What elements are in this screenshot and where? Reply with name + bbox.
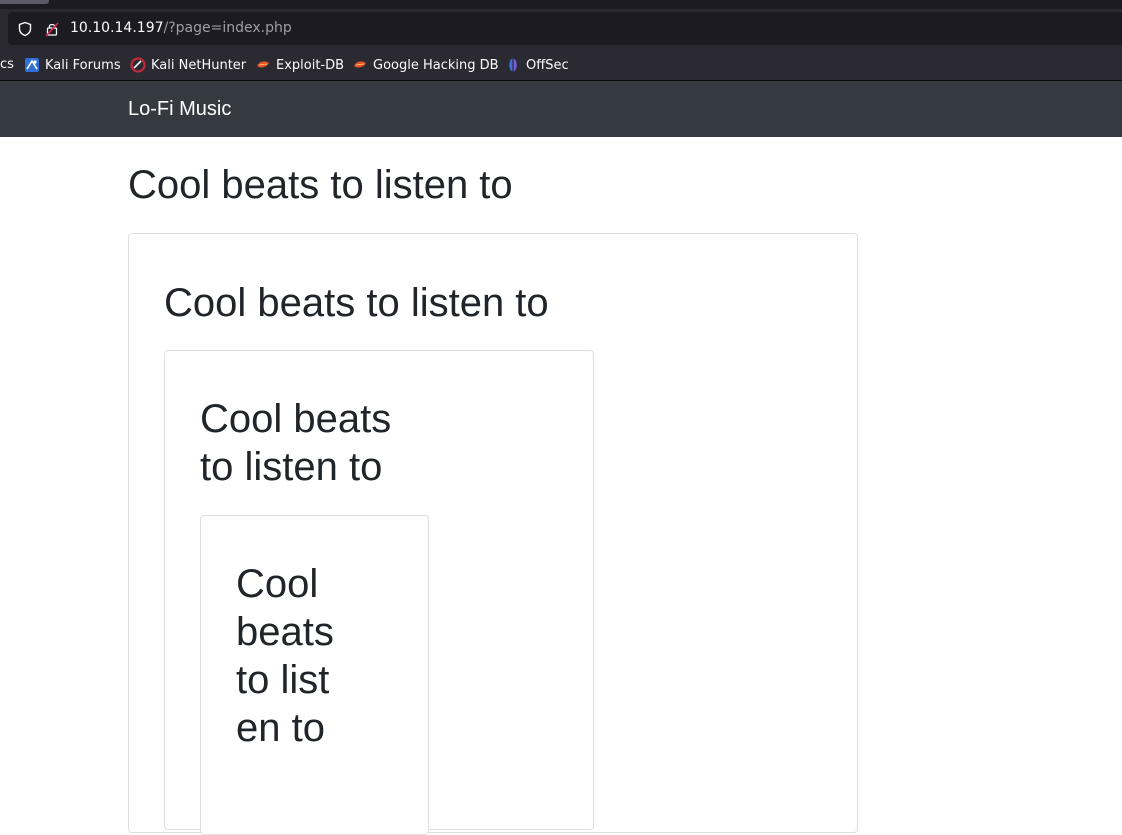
url-text[interactable]: 10.10.14.197/?page=index.php bbox=[70, 20, 292, 36]
url-path: /?page=index.php bbox=[163, 20, 292, 36]
exploit-db-icon bbox=[257, 61, 269, 68]
offsec-icon bbox=[509, 58, 517, 72]
bookmark-offsec[interactable]: OffSec bbox=[505, 57, 569, 73]
bookmarks-toolbar: cs Kali Forums Kali NetHunter Exploit-DB… bbox=[0, 49, 1122, 81]
bookmark-google-hacking-db[interactable]: Google Hacking DB bbox=[352, 57, 499, 73]
active-tab-edge[interactable] bbox=[0, 0, 49, 4]
bookmark-label: cs bbox=[0, 57, 14, 72]
card-title-level-3: Cool beats to listen to bbox=[236, 562, 334, 750]
bookmark-label: Exploit-DB bbox=[276, 57, 345, 73]
bookmark-truncated[interactable]: cs bbox=[0, 57, 14, 72]
page-title: Cool beats to listen to bbox=[128, 163, 513, 207]
url-host: 10.10.14.197 bbox=[70, 20, 164, 36]
bookmark-label: Google Hacking DB bbox=[373, 57, 499, 73]
bookmark-kali-forums[interactable]: Kali Forums bbox=[24, 57, 121, 73]
bookmark-label: OffSec bbox=[526, 57, 569, 73]
content-card-level-2: Cool beats to listen to Cool beats to li… bbox=[164, 350, 594, 835]
content-card-level-3: Cool beats to listen to bbox=[200, 515, 429, 835]
card-title-level-1: Cool beats to listen to bbox=[164, 281, 549, 325]
bookmark-label: Kali Forums bbox=[45, 57, 121, 73]
tracking-protection-shield-icon[interactable] bbox=[17, 21, 33, 37]
kali-nethunter-icon bbox=[130, 57, 146, 73]
bookmark-kali-nethunter[interactable]: Kali NetHunter bbox=[130, 57, 246, 73]
tab-strip bbox=[0, 0, 1122, 9]
card-title-level-2: Cool beats to listen to bbox=[200, 397, 392, 489]
kali-forums-icon bbox=[25, 58, 39, 72]
content-card-level-1: Cool beats to listen to Cool beats to li… bbox=[128, 233, 858, 835]
navbar-brand-link[interactable]: Lo-Fi Music bbox=[128, 98, 231, 121]
navigation-toolbar: 10.10.14.197/?page=index.php bbox=[0, 9, 1122, 49]
bookmark-label: Kali NetHunter bbox=[151, 57, 247, 73]
url-bar[interactable]: 10.10.14.197/?page=index.php bbox=[8, 12, 1122, 45]
insecure-lock-icon[interactable] bbox=[44, 21, 60, 37]
google-hacking-db-icon bbox=[354, 61, 366, 68]
bookmark-exploit-db[interactable]: Exploit-DB bbox=[255, 57, 344, 73]
site-navbar: Lo-Fi Music bbox=[0, 81, 1122, 137]
